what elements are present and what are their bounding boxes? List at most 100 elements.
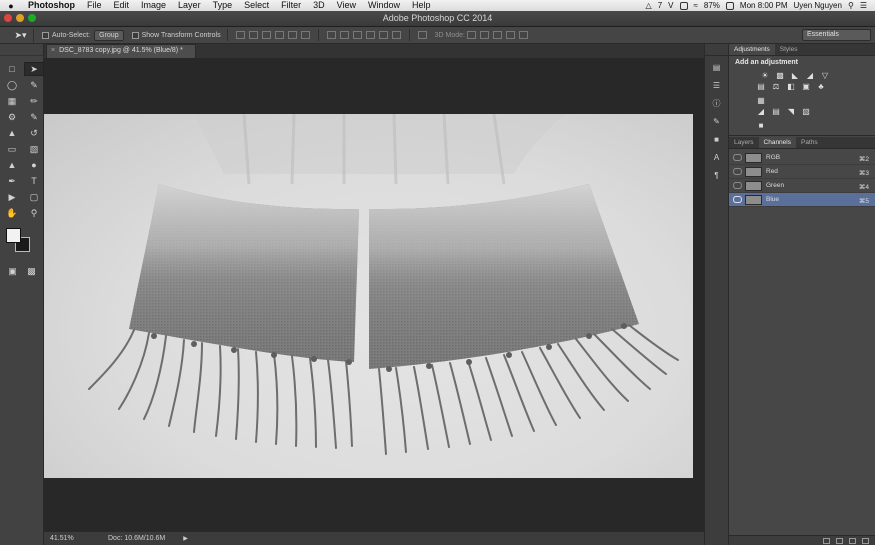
channel-row-rgb[interactable]: RGB ⌘2 xyxy=(729,151,875,165)
auto-select-dropdown[interactable]: Group xyxy=(94,29,124,41)
photo-filter-icon[interactable]: ▣ xyxy=(800,81,812,91)
menu-select[interactable]: Select xyxy=(238,0,275,11)
3d-scale-icon[interactable] xyxy=(518,31,528,39)
auto-select-checkbox[interactable] xyxy=(42,31,49,39)
paragraph-panel-icon[interactable]: ¶ xyxy=(707,168,726,182)
menu-type[interactable]: Type xyxy=(207,0,239,11)
distribute-top-icon[interactable] xyxy=(326,31,336,39)
workspace-switcher[interactable]: Essentials xyxy=(802,29,871,41)
path-selection-tool-icon[interactable]: ▶ xyxy=(2,190,22,204)
align-hcenter-icon[interactable] xyxy=(287,31,297,39)
history-brush-tool-icon[interactable]: ↺ xyxy=(24,126,44,140)
gradient-tool-icon[interactable]: ▧ xyxy=(24,142,44,156)
save-selection-icon[interactable] xyxy=(836,537,843,544)
color-balance-icon[interactable]: ⚖ xyxy=(770,81,782,91)
brightness-icon[interactable]: ☀ xyxy=(759,70,771,80)
status-menu-arrow-icon[interactable]: ▶ xyxy=(183,535,188,542)
quick-selection-tool-icon[interactable]: ✎ xyxy=(24,78,44,92)
menu-app-photoshop[interactable]: Photoshop xyxy=(22,0,81,11)
dock-grip[interactable] xyxy=(705,44,728,56)
menu-help[interactable]: Help xyxy=(406,0,437,11)
history-panel-icon[interactable]: ▤ xyxy=(707,60,726,74)
hue-saturation-icon[interactable]: ▤ xyxy=(755,81,767,91)
wifi-icon[interactable]: ≈ xyxy=(694,1,698,10)
align-left-icon[interactable] xyxy=(274,31,284,39)
lasso-tool-icon[interactable]: ◯ xyxy=(2,78,22,92)
clone-source-panel-icon[interactable]: ■ xyxy=(707,132,726,146)
character-panel-icon[interactable]: A xyxy=(707,150,726,164)
visibility-eye-icon[interactable] xyxy=(733,196,742,203)
tool-preset-picker[interactable]: ➤▾ xyxy=(8,28,34,42)
tab-paths[interactable]: Paths xyxy=(796,137,823,148)
tab-layers[interactable]: Layers xyxy=(729,137,759,148)
channel-mixer-icon[interactable]: ♣ xyxy=(815,81,827,91)
battery-percent[interactable]: 87% xyxy=(704,1,720,10)
visibility-eye-icon[interactable] xyxy=(733,154,742,161)
pen-tool-icon[interactable]: ✒ xyxy=(2,174,22,188)
properties-panel-icon[interactable]: ☰ xyxy=(707,78,726,92)
user-name[interactable]: Uyen Nguyen xyxy=(793,1,841,10)
distribute-vcenter-icon[interactable] xyxy=(339,31,349,39)
vibrance-icon[interactable]: ▽ xyxy=(819,70,831,80)
3d-slide-icon[interactable] xyxy=(505,31,515,39)
gradient-map-icon[interactable]: ▧ xyxy=(800,106,812,116)
channel-row-blue[interactable]: Blue ⌘5 xyxy=(729,193,875,207)
notification-center-icon[interactable]: ☰ xyxy=(860,1,867,10)
tab-adjustments[interactable]: Adjustments xyxy=(729,44,775,55)
clone-stamp-tool-icon[interactable]: ▲ xyxy=(2,126,22,140)
invert-icon[interactable]: ◢ xyxy=(755,106,767,116)
notification-icon[interactable]: △ xyxy=(646,1,652,10)
menu-3d[interactable]: 3D xyxy=(307,0,331,11)
zoom-tool-icon[interactable]: ⚲ xyxy=(24,206,44,220)
curves-icon[interactable]: ◣ xyxy=(789,70,801,80)
tab-styles[interactable]: Styles xyxy=(775,44,803,55)
status-v[interactable]: V xyxy=(668,1,673,10)
auto-align-icon[interactable] xyxy=(417,31,427,39)
menu-image[interactable]: Image xyxy=(135,0,172,11)
eyedropper-tool-icon[interactable]: ✏ xyxy=(24,94,44,108)
menu-edit[interactable]: Edit xyxy=(108,0,136,11)
distribute-hcenter-icon[interactable] xyxy=(378,31,388,39)
menu-view[interactable]: View xyxy=(331,0,362,11)
channel-row-green[interactable]: Green ⌘4 xyxy=(729,179,875,193)
threshold-icon[interactable]: ◥ xyxy=(785,106,797,116)
healing-brush-tool-icon[interactable]: ⚙ xyxy=(2,110,22,124)
quick-mask-icon[interactable]: ▣ xyxy=(5,264,20,278)
delete-channel-icon[interactable] xyxy=(862,537,869,544)
screen-mode-icon[interactable]: ▩ xyxy=(24,264,39,278)
distribute-left-icon[interactable] xyxy=(365,31,375,39)
align-right-icon[interactable] xyxy=(300,31,310,39)
move-tool-icon[interactable]: ➤ xyxy=(24,62,44,76)
apple-icon[interactable]: ● xyxy=(0,1,22,11)
dropbox-icon[interactable] xyxy=(679,1,688,10)
show-transform-checkbox[interactable] xyxy=(131,31,139,39)
info-panel-icon[interactable]: ⓘ xyxy=(707,96,726,110)
foreground-color-swatch[interactable] xyxy=(6,228,21,243)
tab-channels[interactable]: Channels xyxy=(758,137,796,148)
brush-panel-icon[interactable]: ✎ xyxy=(707,114,726,128)
color-lookup-icon[interactable]: ▦ xyxy=(755,95,767,105)
3d-roll-icon[interactable] xyxy=(479,31,489,39)
3d-rotate-icon[interactable] xyxy=(466,31,476,39)
visibility-eye-icon[interactable] xyxy=(733,182,742,189)
posterize-icon[interactable]: ▤ xyxy=(770,106,782,116)
crop-tool-icon[interactable]: ▦ xyxy=(2,94,22,108)
menu-filter[interactable]: Filter xyxy=(275,0,307,11)
hand-tool-icon[interactable]: ✋ xyxy=(2,206,22,220)
rectangle-tool-icon[interactable]: ▢ xyxy=(24,190,44,204)
clock[interactable]: Mon 8:00 PM xyxy=(740,1,788,10)
load-selection-icon[interactable] xyxy=(823,537,830,544)
align-bottom-icon[interactable] xyxy=(261,31,271,39)
black-white-icon[interactable]: ◧ xyxy=(785,81,797,91)
menu-file[interactable]: File xyxy=(81,0,108,11)
distribute-right-icon[interactable] xyxy=(391,31,401,39)
menu-window[interactable]: Window xyxy=(362,0,406,11)
document-tab[interactable]: × DSC_8783 copy.jpg @ 41.5% (Blue/8) * xyxy=(46,44,196,58)
exposure-icon[interactable]: ◢ xyxy=(804,70,816,80)
new-channel-icon[interactable] xyxy=(849,537,856,544)
status-count[interactable]: 7 xyxy=(658,1,662,10)
selective-color-icon[interactable]: ■ xyxy=(755,120,767,130)
channel-row-red[interactable]: Red ⌘3 xyxy=(729,165,875,179)
blur-tool-icon[interactable]: ▲ xyxy=(2,158,22,172)
eraser-tool-icon[interactable]: ▭ xyxy=(2,142,22,156)
